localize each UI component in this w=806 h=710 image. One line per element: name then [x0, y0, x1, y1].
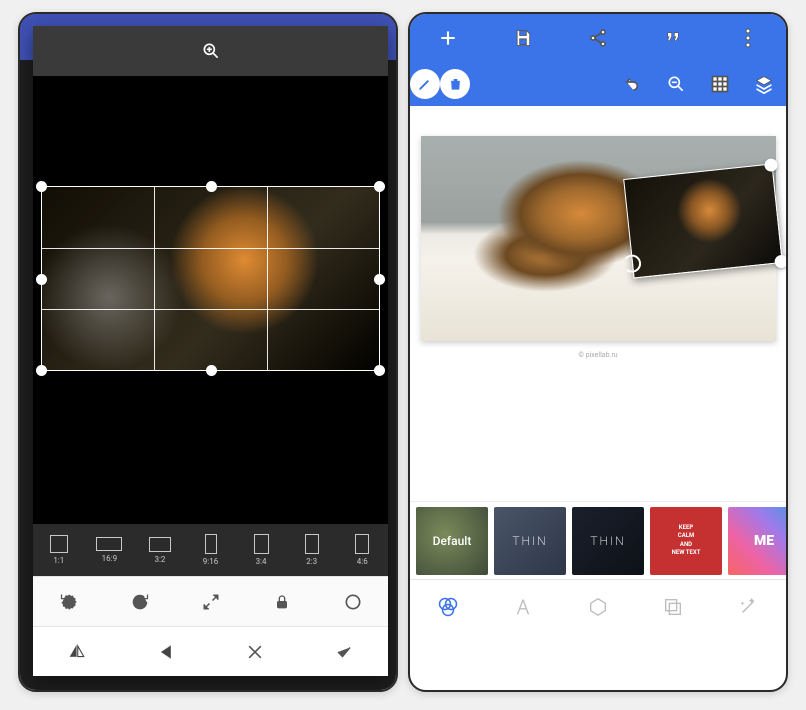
grid-icon[interactable] [698, 62, 742, 106]
overlay-image[interactable] [623, 163, 783, 278]
main-image[interactable] [421, 136, 776, 341]
crop-editor-screen: 1:1 16:9 3:2 9:16 3:4 2:3 4:6 [18, 12, 398, 692]
play-left-icon[interactable] [144, 630, 188, 674]
ratio-box-icon [355, 534, 369, 554]
crop-handle-bl[interactable] [36, 365, 47, 376]
crop-tool-row [33, 576, 388, 626]
zoom-out-icon[interactable] [654, 62, 698, 106]
ratio-16-9[interactable]: 16:9 [86, 537, 134, 563]
ratio-3-2[interactable]: 3:2 [136, 537, 184, 564]
ratio-box-icon [149, 537, 171, 552]
ratio-4-6[interactable]: 4:6 [338, 534, 386, 566]
crop-handle-tr[interactable] [374, 181, 385, 192]
crop-handle-br[interactable] [374, 365, 385, 376]
secondary-toolbar [410, 62, 786, 106]
ratio-box-icon [305, 534, 319, 554]
ratio-box-icon [96, 537, 122, 551]
quote-icon[interactable] [651, 16, 695, 60]
ratio-box-icon [205, 534, 217, 554]
share-icon[interactable] [576, 16, 620, 60]
text-icon[interactable] [498, 582, 548, 632]
ratio-label: 16:9 [102, 554, 117, 563]
template-thin1[interactable]: THIN [494, 507, 566, 575]
rotate-ccw-icon[interactable] [47, 580, 91, 624]
watermark: © pixellab.ru [578, 351, 617, 359]
circle-icon[interactable] [331, 580, 375, 624]
overlay-handle-tr[interactable] [763, 158, 777, 172]
shape-icon[interactable] [573, 582, 623, 632]
magic-icon[interactable] [723, 582, 773, 632]
ratio-9-16[interactable]: 9:16 [187, 534, 235, 566]
flip-horizontal-icon[interactable] [55, 630, 99, 674]
ratio-label: 3:4 [256, 557, 267, 566]
ratio-1-1[interactable]: 1:1 [35, 535, 83, 565]
undo-icon[interactable] [610, 62, 654, 106]
save-icon[interactable] [501, 16, 545, 60]
template-meme[interactable]: ME [728, 507, 786, 575]
template-strip: DefaultTHINTHINKEEP CALM AND NEW TEXTME [410, 501, 786, 579]
check-icon[interactable] [322, 630, 366, 674]
ratio-label: 3:2 [154, 555, 165, 564]
crop-handle-rm[interactable] [374, 274, 385, 285]
template-default[interactable]: Default [416, 507, 488, 575]
editor-canvas[interactable]: © pixellab.ru [410, 106, 786, 501]
edit-icon[interactable] [410, 69, 440, 99]
ratio-2-3[interactable]: 2:3 [288, 534, 336, 566]
zoom-in-icon[interactable] [189, 29, 233, 73]
overlay-rotate-handle[interactable] [622, 254, 642, 274]
rule-of-thirds-grid [41, 186, 380, 371]
trash-icon[interactable] [440, 69, 470, 99]
ratio-label: 1:1 [53, 556, 64, 565]
aspect-ratio-strip: 1:1 16:9 3:2 9:16 3:4 2:3 4:6 [33, 524, 388, 576]
crop-handle-lm[interactable] [36, 274, 47, 285]
crop-handle-tl[interactable] [36, 181, 47, 192]
ratio-box-icon [254, 534, 269, 554]
ratio-label: 2:3 [306, 557, 317, 566]
template-keepcalm[interactable]: KEEP CALM AND NEW TEXT [650, 507, 722, 575]
add-icon[interactable] [426, 16, 470, 60]
layers-icon[interactable] [742, 62, 786, 106]
crop-handle-tm[interactable] [206, 181, 217, 192]
main-toolbar [410, 14, 786, 62]
overlay-handle-br[interactable] [774, 254, 788, 268]
more-icon[interactable] [726, 16, 770, 60]
ratio-3-4[interactable]: 3:4 [237, 534, 285, 566]
crop-dialog-header [33, 26, 388, 76]
template-thin2[interactable]: THIN [572, 507, 644, 575]
crop-image[interactable] [41, 186, 380, 371]
lock-icon[interactable] [260, 580, 304, 624]
crop-action-row [33, 626, 388, 676]
ratio-label: 4:6 [357, 557, 368, 566]
close-icon[interactable] [233, 630, 277, 674]
crop-dialog: 1:1 16:9 3:2 9:16 3:4 2:3 4:6 [33, 26, 388, 676]
ratio-label: 9:16 [203, 557, 218, 566]
filters-icon[interactable] [423, 582, 473, 632]
crop-handle-bm[interactable] [206, 365, 217, 376]
expand-icon[interactable] [189, 580, 233, 624]
layers2-icon[interactable] [648, 582, 698, 632]
rotate-cw-icon[interactable] [118, 580, 162, 624]
ratio-box-icon [50, 535, 68, 553]
bottom-tabs [410, 579, 786, 633]
crop-canvas[interactable] [33, 76, 388, 524]
editor-main-screen: © pixellab.ru DefaultTHINTHINKEEP CALM A… [408, 12, 788, 692]
